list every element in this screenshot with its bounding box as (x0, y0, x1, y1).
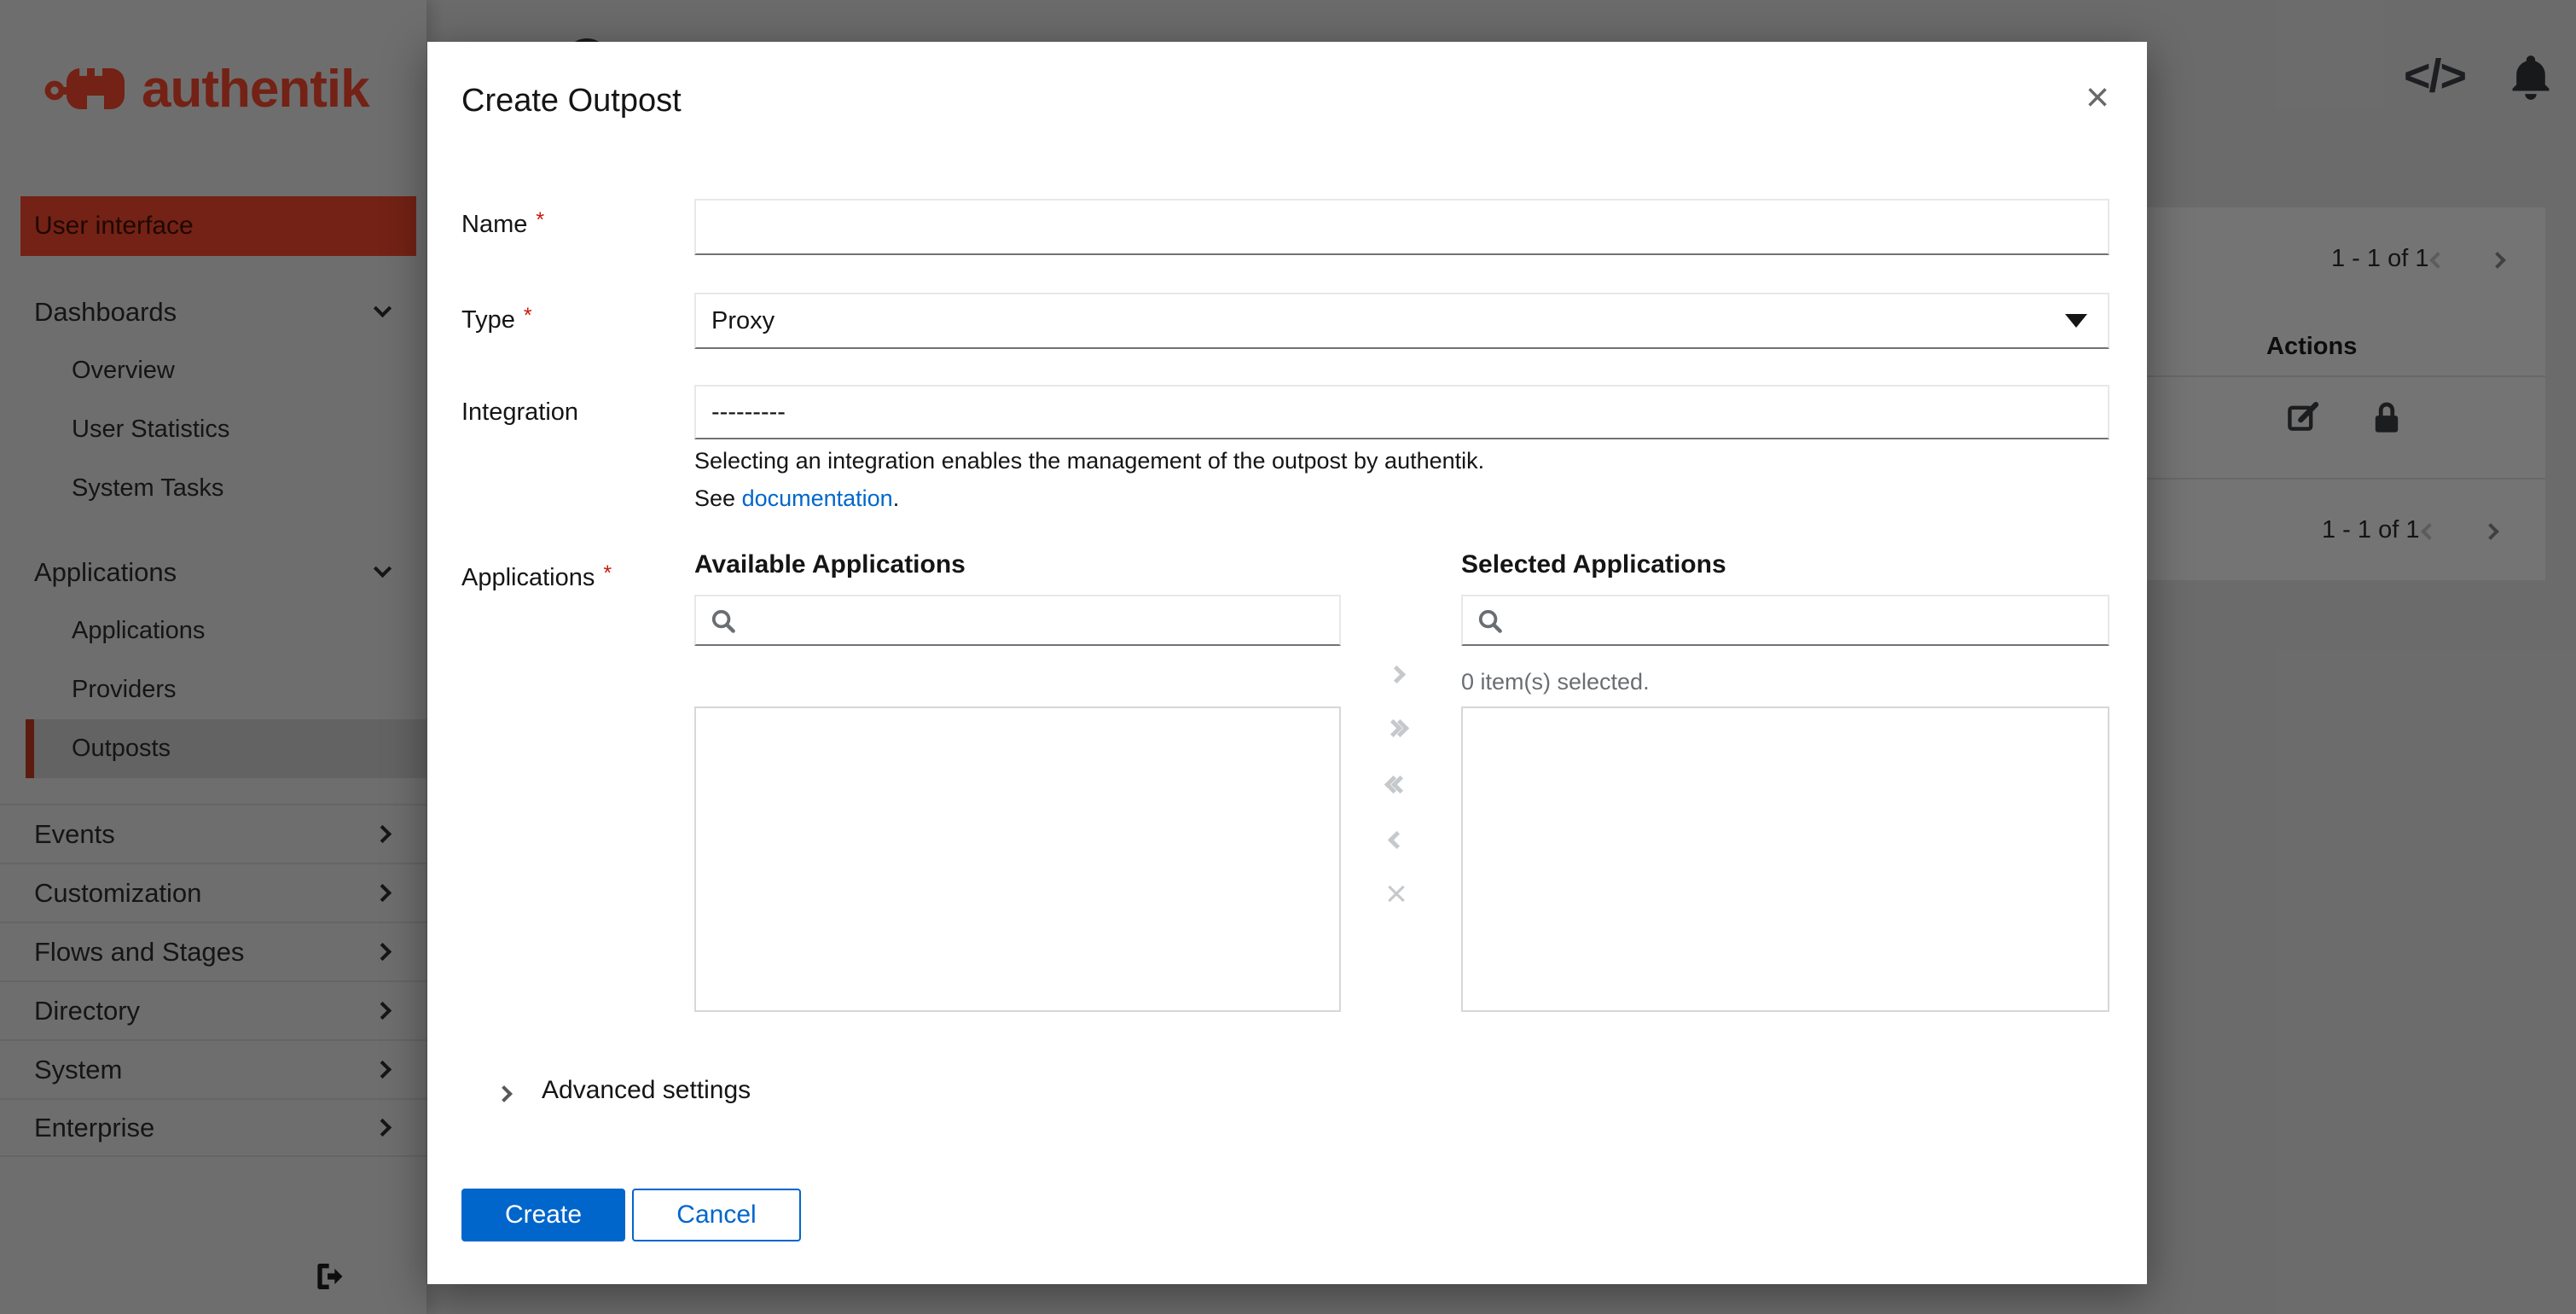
integration-help-see: See documentation. (694, 485, 899, 512)
selected-search (1461, 595, 2109, 646)
label-text: Applications (461, 564, 595, 591)
selected-search-input[interactable] (1463, 596, 2108, 644)
select-caret-icon (2065, 314, 2087, 328)
name-label: Name * (461, 211, 544, 239)
help-see-text: See (694, 485, 735, 511)
clear-selection-button[interactable]: × (1372, 872, 1420, 916)
required-asterisk: * (524, 304, 532, 328)
close-icon[interactable]: × (2086, 78, 2109, 119)
selected-applications-listbox[interactable] (1461, 706, 2109, 1012)
create-button[interactable]: Create (461, 1189, 625, 1241)
cancel-button[interactable]: Cancel (632, 1189, 801, 1241)
modal-title: Create Outpost (461, 83, 682, 119)
required-asterisk: * (536, 208, 544, 232)
available-applications-title: Available Applications (694, 550, 966, 579)
name-input[interactable] (694, 199, 2109, 255)
help-period: . (893, 485, 900, 511)
type-select[interactable]: Proxy (694, 293, 2109, 349)
chevron-left-icon (1387, 830, 1405, 848)
label-text: Type (461, 306, 515, 334)
chevron-right-icon (1387, 665, 1405, 683)
available-applications-listbox[interactable] (694, 706, 1341, 1012)
integration-select[interactable]: --------- (694, 385, 2109, 439)
type-select-value: Proxy (711, 307, 775, 335)
integration-help-text: Selecting an integration enables the man… (694, 448, 1484, 474)
add-all-button[interactable] (1372, 706, 1420, 750)
selected-count: 0 item(s) selected. (1461, 669, 1650, 695)
remove-all-button[interactable] (1372, 762, 1420, 806)
advanced-settings-toggle[interactable]: Advanced settings (542, 1076, 751, 1105)
remove-selected-button[interactable] (1372, 817, 1420, 862)
applications-label: Applications * (461, 564, 612, 592)
documentation-link[interactable]: documentation (742, 485, 893, 511)
selected-applications-title: Selected Applications (1461, 550, 1726, 579)
create-outpost-modal: Create Outpost × Name * Type * Proxy Integ… (427, 42, 2147, 1284)
advanced-settings-chevron-icon[interactable] (496, 1085, 513, 1102)
available-search-input[interactable] (696, 596, 1339, 644)
required-asterisk: * (603, 561, 612, 585)
add-selected-button[interactable] (1372, 652, 1420, 696)
integration-label: Integration (461, 398, 578, 427)
integration-select-value: --------- (711, 398, 786, 427)
type-label: Type * (461, 306, 532, 334)
available-search (694, 595, 1341, 646)
label-text: Name (461, 211, 527, 238)
